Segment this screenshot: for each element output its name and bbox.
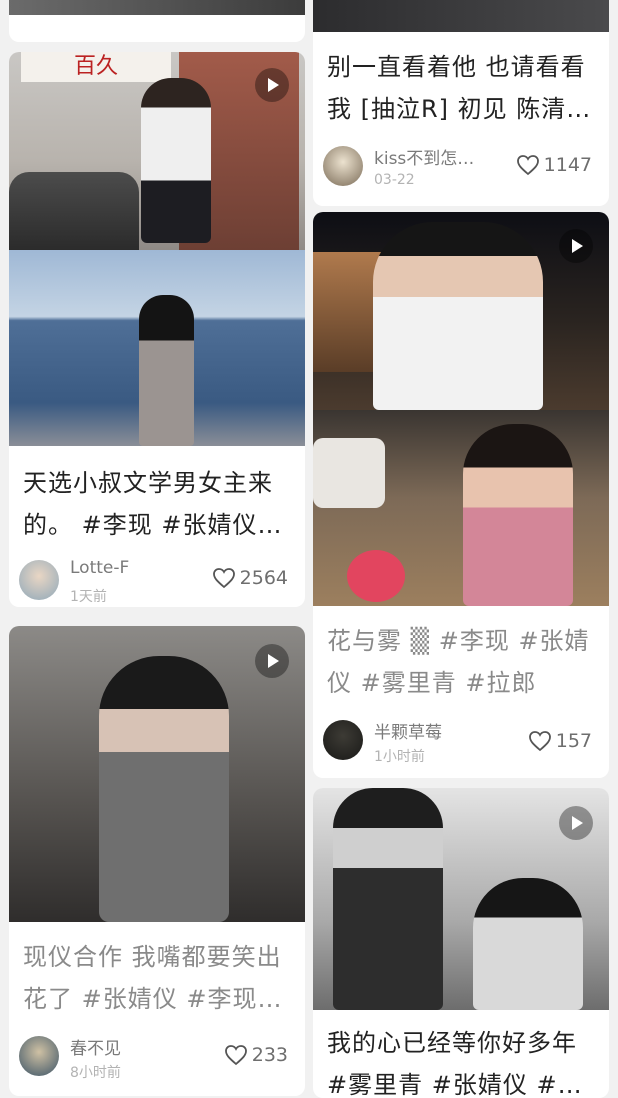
post-image-partial bbox=[9, 0, 305, 15]
author-name[interactable]: 半颗草莓 bbox=[374, 718, 442, 743]
play-icon[interactable] bbox=[255, 644, 289, 678]
heart-icon bbox=[528, 731, 551, 752]
post-time: 1天前 bbox=[70, 589, 107, 605]
feed-card-right-3[interactable]: 我的心已经等你好多年 #雾里青 #张婧仪 #李… bbox=[313, 788, 609, 1098]
person-long-hair bbox=[139, 295, 194, 446]
feed-card-left-2[interactable]: 现仪合作 我嘴都要笑出花了 #张婧仪 #李现 #… 春不见 8小时前 233 bbox=[9, 626, 305, 1096]
person-white-shirt bbox=[373, 222, 543, 410]
play-icon[interactable] bbox=[255, 68, 289, 102]
person-white-shirt bbox=[141, 78, 211, 243]
play-icon[interactable] bbox=[559, 229, 593, 263]
like-button[interactable]: 1147 bbox=[516, 154, 592, 176]
post-title[interactable]: 天选小叔文学男女主来的。 #李现 #张婧仪 … bbox=[23, 462, 291, 546]
person-gingham-dress bbox=[463, 424, 573, 606]
storefront-sign: 百久 bbox=[21, 52, 171, 82]
post-title[interactable]: 我的心已经等你好多年 #雾里青 #张婧仪 #李… bbox=[327, 1022, 595, 1098]
post-time: 1小时前 bbox=[374, 749, 425, 765]
person-woman bbox=[473, 878, 583, 1010]
post-image-seaside[interactable] bbox=[9, 250, 305, 446]
like-count: 157 bbox=[555, 730, 592, 752]
feed-card-top-left-partial[interactable] bbox=[9, 0, 305, 42]
post-time: 8小时前 bbox=[70, 1065, 121, 1081]
avatar[interactable] bbox=[323, 146, 363, 186]
post-title[interactable]: 现仪合作 我嘴都要笑出花了 #张婧仪 #李现 #… bbox=[23, 936, 291, 1020]
like-count: 233 bbox=[251, 1044, 288, 1066]
post-image-partial[interactable] bbox=[313, 0, 609, 32]
avatar[interactable] bbox=[323, 720, 363, 760]
person-man-suit bbox=[333, 788, 443, 1010]
author-name[interactable]: Lotte-F bbox=[70, 558, 129, 578]
post-image-night-woman[interactable] bbox=[313, 410, 609, 606]
like-button[interactable]: 2564 bbox=[212, 567, 288, 589]
heart-icon bbox=[224, 1045, 247, 1066]
like-button[interactable]: 233 bbox=[224, 1044, 288, 1066]
post-title[interactable]: 花与雾 ▒ #李现 #张婧仪 #雾里青 #拉郎 bbox=[327, 620, 595, 704]
feed-card-right-2[interactable]: 花与雾 ▒ #李现 #张婧仪 #雾里青 #拉郎 半颗草莓 1小时前 157 bbox=[313, 212, 609, 778]
like-button[interactable]: 157 bbox=[528, 730, 592, 752]
feed-card-right-1[interactable]: 别一直看着他 也请看看我 [抽泣R] 初见 陈清… kiss不到怎… 03-22… bbox=[313, 0, 609, 206]
avatar[interactable] bbox=[19, 560, 59, 600]
heart-icon bbox=[516, 155, 539, 176]
scooters bbox=[9, 172, 139, 250]
like-count: 1147 bbox=[543, 154, 592, 176]
play-icon[interactable] bbox=[559, 806, 593, 840]
post-image-tweed-jacket[interactable] bbox=[9, 626, 305, 922]
post-image-cyclist[interactable]: 百久 bbox=[9, 52, 305, 250]
toy-bear bbox=[347, 550, 405, 602]
avatar[interactable] bbox=[19, 1036, 59, 1076]
post-image-night-man[interactable] bbox=[313, 212, 609, 410]
heart-icon bbox=[212, 568, 235, 589]
author-name[interactable]: 春不见 bbox=[70, 1034, 121, 1059]
like-count: 2564 bbox=[239, 567, 288, 589]
post-title[interactable]: 别一直看着他 也请看看我 [抽泣R] 初见 陈清… bbox=[327, 46, 595, 130]
author-name[interactable]: kiss不到怎… bbox=[374, 144, 474, 169]
post-time: 03-22 bbox=[374, 172, 415, 188]
parked-car bbox=[313, 438, 385, 508]
person-dark-hair bbox=[99, 656, 229, 922]
post-image-black-white[interactable] bbox=[313, 788, 609, 1010]
feed-card-left-1[interactable]: 百久 天选小叔文学男女主来的。 #李现 #张婧仪 … Lotte-F 1天前 2… bbox=[9, 52, 305, 607]
